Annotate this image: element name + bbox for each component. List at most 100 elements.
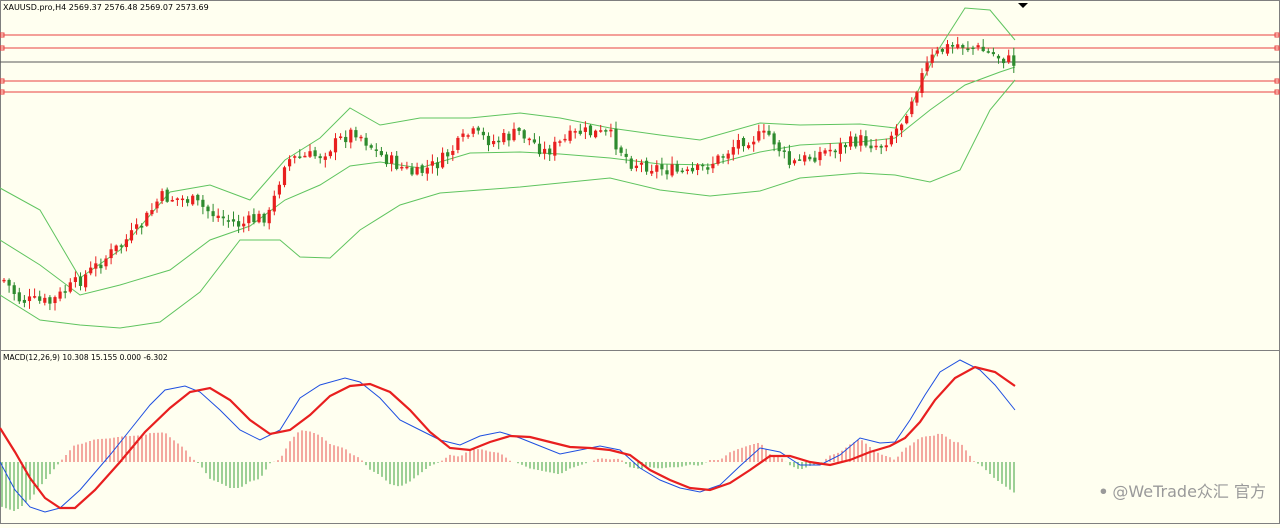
- candle-body: [792, 160, 797, 164]
- candle-body: [900, 124, 904, 131]
- candle-body: [369, 145, 373, 148]
- candle-body: [741, 138, 746, 147]
- candle-body: [129, 230, 134, 241]
- macd-panel: [0, 350, 1280, 524]
- candle-body: [333, 138, 338, 153]
- candlestick: [282, 165, 287, 188]
- candle-body: [578, 130, 582, 134]
- candle-body: [160, 191, 164, 201]
- candle-body: [1007, 55, 1011, 63]
- candle-body: [38, 296, 42, 301]
- candle-body: [690, 167, 695, 172]
- candle-body: [716, 155, 720, 164]
- candle-body: [884, 145, 888, 148]
- candle-body: [706, 167, 710, 170]
- candle-body: [206, 206, 210, 212]
- candle-body: [869, 145, 873, 149]
- candle-body: [379, 151, 383, 156]
- candle-body: [257, 213, 261, 223]
- candle-body: [905, 116, 909, 124]
- watermark: ꔷ @WeTrade众汇 官方: [1099, 478, 1266, 502]
- candle-body: [124, 239, 128, 248]
- candle-body: [798, 159, 802, 161]
- candle-body: [68, 282, 72, 292]
- candle-body: [823, 150, 827, 154]
- candlestick: [165, 187, 169, 203]
- candle-body: [94, 263, 98, 269]
- candle-body: [588, 125, 593, 136]
- candle-body: [486, 135, 491, 146]
- candle-body: [859, 135, 863, 146]
- candle-body: [945, 44, 950, 54]
- candle-body: [961, 44, 965, 48]
- candle-body: [415, 166, 419, 175]
- candle-body: [140, 225, 144, 228]
- candle-body: [782, 150, 786, 152]
- candle-body: [767, 130, 771, 135]
- candle-body: [762, 130, 766, 133]
- candle-body: [838, 143, 842, 154]
- candle-body: [752, 141, 756, 145]
- candle-body: [736, 139, 740, 149]
- candle-body: [282, 167, 287, 186]
- chart-canvas: XAUUSD.pro,H4 2569.37 2576.48 2569.07 25…: [0, 0, 1280, 524]
- candle-body: [272, 195, 276, 212]
- candle-body: [135, 224, 139, 229]
- candle-body: [48, 297, 52, 304]
- candle-body: [639, 162, 644, 165]
- candle-body: [986, 51, 990, 53]
- candle-body: [145, 212, 149, 226]
- candle-body: [828, 149, 832, 152]
- candle-body: [84, 274, 88, 288]
- candle-body: [180, 198, 185, 201]
- candle-body: [252, 214, 256, 223]
- candle-body: [894, 128, 899, 136]
- candle-body: [186, 199, 190, 203]
- candle-body: [78, 276, 83, 286]
- candle-body: [328, 151, 332, 157]
- candle-body: [604, 130, 608, 132]
- candle-body: [772, 133, 776, 145]
- candle-body: [675, 164, 679, 172]
- candle-body: [374, 149, 378, 151]
- candle-body: [951, 45, 955, 47]
- candle-body: [471, 128, 475, 134]
- candle-body: [803, 155, 807, 162]
- candle-body: [73, 277, 77, 282]
- candle-body: [599, 130, 603, 132]
- candle-body: [420, 165, 424, 173]
- candle-body: [22, 299, 26, 303]
- candle-body: [201, 199, 205, 207]
- candle-body: [568, 130, 572, 141]
- candle-body: [119, 245, 123, 247]
- candle-body: [231, 219, 236, 222]
- candle-body: [298, 156, 302, 158]
- candle-body: [818, 151, 822, 161]
- chart-window: XAUUSD.pro,H4 2569.37 2576.48 2569.07 25…: [0, 0, 1280, 524]
- candlestick: [594, 129, 598, 139]
- candle-body: [502, 132, 506, 143]
- watermark-text: @WeTrade众汇 官方: [1112, 482, 1266, 501]
- candle-body: [1012, 55, 1016, 66]
- candle-body: [655, 165, 659, 172]
- candle-body: [170, 199, 174, 202]
- candle-body: [889, 135, 893, 145]
- candle-body: [318, 156, 322, 159]
- candle-body: [747, 145, 751, 149]
- candle-body: [7, 279, 11, 286]
- candle-body: [507, 133, 511, 141]
- candle-body: [777, 142, 781, 152]
- candle-body: [33, 296, 37, 298]
- candle-body: [435, 162, 440, 169]
- candle-body: [43, 297, 47, 303]
- candle-body: [410, 167, 414, 175]
- candle-body: [267, 209, 271, 224]
- candle-body: [645, 160, 649, 172]
- candle-body: [522, 130, 526, 139]
- candle-body: [726, 153, 730, 159]
- macd-panel-header: MACD(12,26,9) 10.308 15.155 0.000 -6.302: [3, 353, 168, 362]
- candle-body: [813, 157, 817, 162]
- candle-body: [721, 156, 725, 158]
- candle-body: [492, 141, 496, 145]
- candle-body: [629, 158, 633, 169]
